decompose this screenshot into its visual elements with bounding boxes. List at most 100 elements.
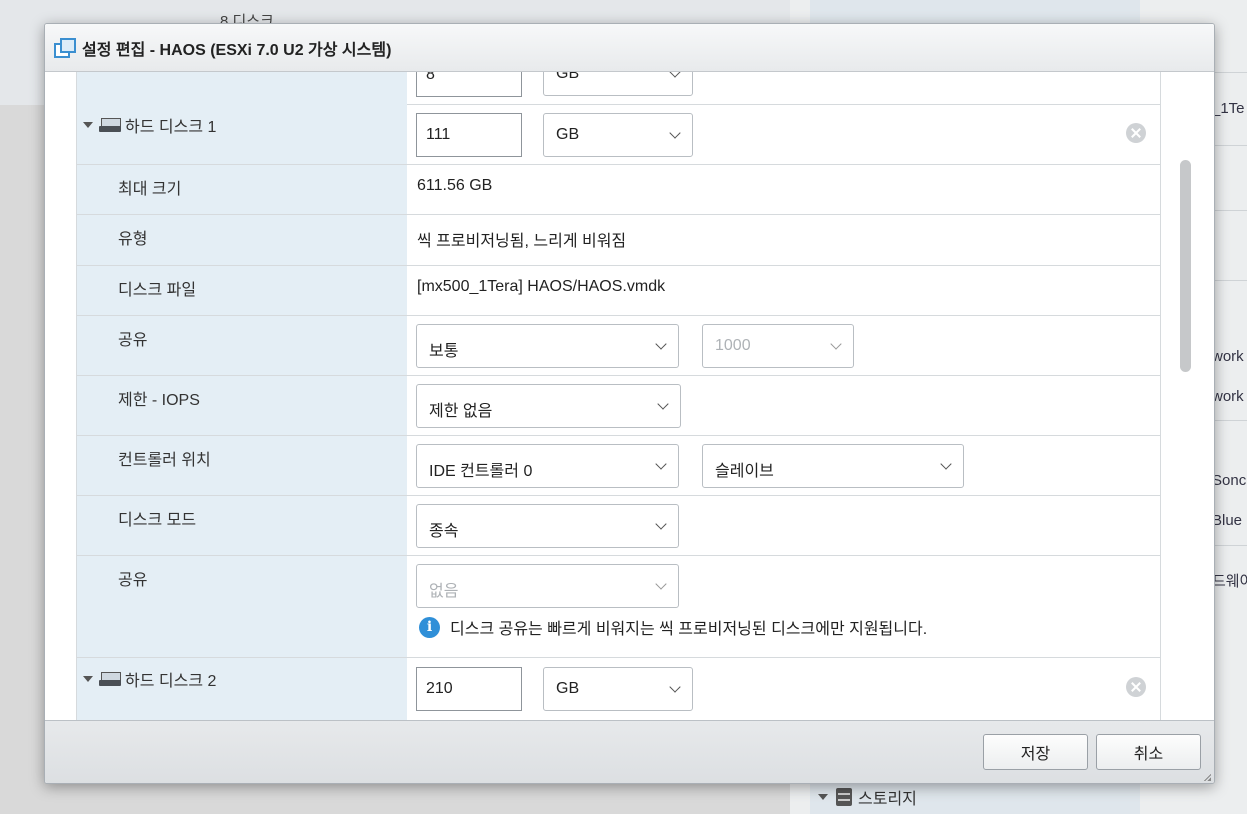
hard-disk-2-label: 하드 디스크 2 — [125, 673, 217, 690]
vm-settings-icon — [54, 37, 76, 58]
hard-disk-2-row: 하드 디스크 2 210 GB — [77, 658, 1160, 720]
sharing-row: 공유 없음 i 디스크 공유는 빠르게 비워지는 씩 프로비저닝된 디스크에만 … — [77, 556, 1160, 658]
row-label-cell: 제한 - IOPS — [77, 376, 407, 435]
hard-disk-1-label: 하드 디스크 1 — [125, 119, 217, 136]
max-size-row: 최대 크기 611.56 GB — [77, 165, 1160, 215]
chevron-down-icon — [657, 398, 669, 410]
sharing-info-text: 디스크 공유는 빠르게 비워지는 씩 프로비저닝된 디스크에만 지원됩니다. — [450, 621, 928, 638]
row-label-cell: 공유 — [77, 316, 407, 375]
disk-unit-select[interactable]: GB — [543, 113, 693, 157]
chevron-down-icon — [669, 127, 681, 139]
chevron-down-icon — [669, 681, 681, 693]
controller-slot-value: 슬레이브 — [715, 463, 774, 480]
type-label: 유형 — [118, 231, 148, 248]
remove-disk-icon[interactable] — [1126, 677, 1146, 697]
controller-location-row: 컨트롤러 위치 IDE 컨트롤러 0 슬레이브 — [77, 436, 1160, 496]
disk-unit-value: GB — [556, 680, 580, 697]
save-button[interactable]: 저장 — [983, 734, 1088, 770]
chevron-down-icon — [655, 578, 667, 590]
shares-label: 공유 — [118, 332, 148, 349]
dialog-footer: 저장 취소 — [45, 720, 1214, 783]
caret-down-icon — [818, 794, 828, 800]
row-label-cell: 컨트롤러 위치 — [77, 436, 407, 495]
hard-disk-2-toggle[interactable]: 하드 디스크 2 — [83, 667, 216, 691]
shares-value: 보통 — [429, 343, 459, 360]
iops-limit-row: 제한 - IOPS 제한 없음 — [77, 376, 1160, 436]
disk-file-label: 디스크 파일 — [118, 282, 197, 299]
max-size-label: 최대 크기 — [118, 181, 182, 198]
table-row: 8 GB — [77, 72, 1160, 105]
settings-table: 8 GB 하드 디스크 1 111 GB 최대 크기 611.56 GB 유형 … — [76, 72, 1161, 720]
controller-value: IDE 컨트롤러 0 — [429, 463, 533, 480]
sharing-info: i 디스크 공유는 빠르게 비워지는 씩 프로비저닝된 디스크에만 지원됩니다. — [419, 615, 927, 639]
storage-icon — [836, 788, 852, 806]
bg-storage-item[interactable]: 스토리지 — [818, 785, 917, 809]
chevron-down-icon — [655, 338, 667, 350]
disk-mode-label: 디스크 모드 — [118, 512, 197, 529]
controller-slot-select[interactable]: 슬레이브 — [702, 444, 964, 488]
caret-down-icon — [83, 676, 93, 682]
bg-right-item: Blue — [1212, 512, 1243, 529]
chevron-down-icon — [830, 338, 842, 350]
chevron-down-icon — [669, 72, 681, 78]
row-label-cell: 유형 — [77, 215, 407, 265]
cancel-button[interactable]: 취소 — [1096, 734, 1201, 770]
shares-number-value: 1000 — [715, 337, 751, 354]
bg-right-item: _1Te — [1212, 100, 1245, 117]
bg-right-item: Sonc — [1212, 472, 1247, 489]
dialog-titlebar[interactable]: 설정 편집 - HAOS (ESXi 7.0 U2 가상 시스템) — [45, 24, 1214, 72]
row-label-cell — [77, 72, 407, 104]
iops-limit-label: 제한 - IOPS — [118, 392, 200, 409]
shares-number-select[interactable]: 1000 — [702, 324, 854, 368]
row-label-cell: 디스크 파일 — [77, 266, 407, 315]
resize-grip-icon[interactable] — [1203, 773, 1211, 781]
disk-mode-select[interactable]: 종속 — [416, 504, 679, 548]
disk-size-input[interactable]: 210 — [416, 667, 522, 711]
iops-limit-value: 제한 없음 — [429, 403, 493, 420]
disk-unit-select[interactable]: GB — [543, 667, 693, 711]
disk-mode-row: 디스크 모드 종속 — [77, 496, 1160, 556]
bg-right-item: work — [1212, 348, 1244, 365]
chevron-down-icon — [655, 518, 667, 530]
dialog-title: 설정 편집 - HAOS (ESXi 7.0 U2 가상 시스템) — [82, 41, 392, 59]
bg-storage-label: 스토리지 — [858, 791, 917, 808]
info-icon: i — [419, 616, 440, 638]
controller-location-label: 컨트롤러 위치 — [118, 452, 211, 469]
shares-row: 공유 보통 1000 — [77, 316, 1160, 376]
disk-file-row: 디스크 파일 [mx500_1Tera] HAOS/HAOS.vmdk — [77, 266, 1160, 316]
disk-size-input[interactable]: 111 — [416, 113, 522, 157]
shares-select[interactable]: 보통 — [416, 324, 679, 368]
bg-right-item: 드웨어 — [1212, 573, 1247, 590]
disk-mode-value: 종속 — [429, 523, 459, 540]
row-label-cell: 최대 크기 — [77, 165, 407, 214]
hard-disk-icon — [99, 117, 121, 133]
dialog-content: 8 GB 하드 디스크 1 111 GB 최대 크기 611.56 GB 유형 … — [45, 72, 1214, 720]
chevron-down-icon — [655, 458, 667, 470]
sharing-value: 없음 — [429, 583, 459, 600]
disk-unit-value: GB — [556, 72, 580, 82]
caret-down-icon — [83, 122, 93, 128]
row-label-cell: 공유 — [77, 556, 407, 657]
row-label-cell: 하드 디스크 1 — [77, 104, 407, 164]
hard-disk-icon — [99, 671, 121, 687]
row-label-cell: 디스크 모드 — [77, 496, 407, 555]
iops-limit-select[interactable]: 제한 없음 — [416, 384, 681, 428]
disk-unit-select[interactable]: GB — [543, 72, 693, 96]
disk-file-value: [mx500_1Tera] HAOS/HAOS.vmdk — [417, 278, 666, 295]
sharing-label: 공유 — [118, 572, 148, 589]
edit-settings-dialog: 설정 편집 - HAOS (ESXi 7.0 U2 가상 시스템) 8 GB 하… — [44, 23, 1215, 784]
scrollbar-thumb[interactable] — [1180, 160, 1191, 372]
type-value: 씩 프로비저닝됨, 느리게 비워짐 — [417, 233, 627, 250]
sharing-select[interactable]: 없음 — [416, 564, 679, 608]
disk-size-input[interactable]: 8 — [416, 72, 522, 97]
type-row: 유형 씩 프로비저닝됨, 느리게 비워짐 — [77, 215, 1160, 266]
row-label-cell: 하드 디스크 2 — [77, 658, 407, 720]
max-size-value: 611.56 GB — [417, 177, 493, 194]
remove-disk-icon[interactable] — [1126, 123, 1146, 143]
disk-unit-value: GB — [556, 126, 580, 143]
controller-select[interactable]: IDE 컨트롤러 0 — [416, 444, 679, 488]
hard-disk-1-row: 하드 디스크 1 111 GB — [77, 104, 1160, 165]
hard-disk-1-toggle[interactable]: 하드 디스크 1 — [83, 113, 216, 137]
chevron-down-icon — [940, 458, 952, 470]
bg-right-item: work — [1212, 388, 1244, 405]
